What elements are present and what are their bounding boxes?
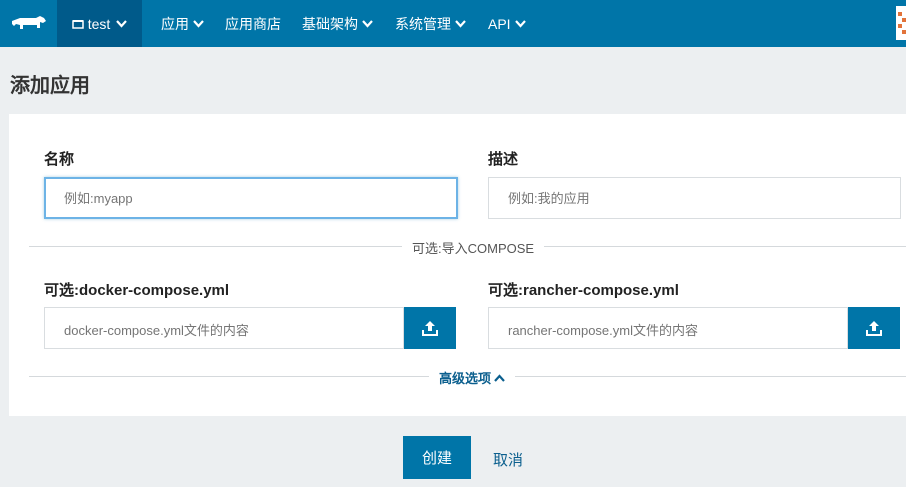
nav-item-label: 应用商店 <box>225 15 281 32</box>
nav-item-label: 系统管理 <box>395 15 451 32</box>
chevron-down-icon <box>362 19 373 28</box>
upload-icon <box>866 321 882 336</box>
nav-item-api[interactable]: API <box>488 0 526 47</box>
name-input[interactable] <box>44 177 458 219</box>
docker-compose-label: 可选:docker-compose.yml <box>44 282 230 299</box>
create-button[interactable]: 创建 <box>403 436 471 479</box>
nav-item-label: 基础架构 <box>302 15 358 32</box>
rancher-cow-icon <box>11 15 46 29</box>
chevron-down-icon <box>193 19 204 28</box>
page-title: 添加应用 <box>10 75 90 97</box>
rancher-compose-textarea[interactable] <box>488 307 848 349</box>
nav-item-catalog[interactable]: 应用商店 <box>225 0 281 47</box>
chevron-up-icon <box>494 373 505 382</box>
top-nav-bar: test 应用 应用商店 基础架构 系统管理 API <box>0 0 906 47</box>
name-label: 名称 <box>44 151 75 168</box>
nav-item-label: 应用 <box>161 15 189 32</box>
advanced-options-label: 高级选项 <box>439 371 492 386</box>
chevron-down-icon <box>116 19 128 28</box>
nav-item-label: API <box>488 15 511 32</box>
nav-item-infrastructure[interactable]: 基础架构 <box>302 0 373 47</box>
rancher-compose-label: 可选:rancher-compose.yml <box>488 282 679 299</box>
environment-selector[interactable]: test <box>57 0 142 47</box>
compose-divider-label: 可选:导入COMPOSE <box>402 238 545 257</box>
nav-item-admin[interactable]: 系统管理 <box>395 0 466 47</box>
docker-compose-textarea[interactable] <box>44 307 404 349</box>
description-input[interactable] <box>488 177 901 219</box>
rancher-compose-upload-button[interactable] <box>848 307 900 349</box>
advanced-options-toggle[interactable]: 高级选项 <box>429 368 516 387</box>
user-avatar[interactable] <box>896 6 906 40</box>
environment-name: test <box>87 15 111 32</box>
upload-icon <box>422 321 438 336</box>
docker-compose-upload-button[interactable] <box>404 307 456 349</box>
environment-icon <box>71 19 84 29</box>
nav-item-apps[interactable]: 应用 <box>161 0 204 47</box>
description-label: 描述 <box>488 151 519 168</box>
rancher-logo[interactable] <box>0 0 57 47</box>
chevron-down-icon <box>514 19 526 28</box>
chevron-down-icon <box>455 19 466 28</box>
cancel-link[interactable]: 取消 <box>493 449 523 470</box>
